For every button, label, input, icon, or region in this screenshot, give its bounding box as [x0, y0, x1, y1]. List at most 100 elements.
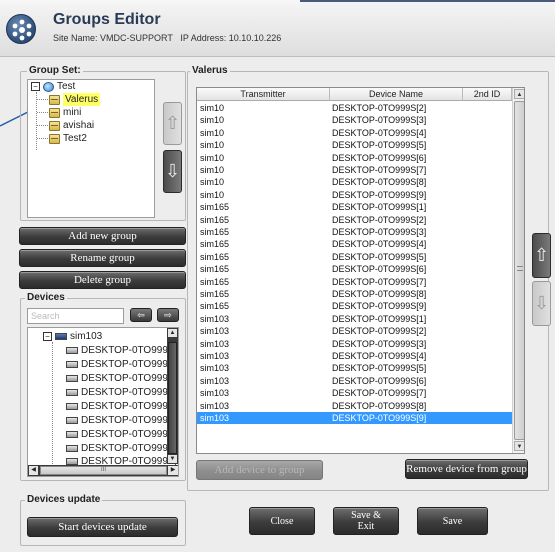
app-logo-icon: [6, 14, 36, 44]
table-row[interactable]: sim165 DESKTOP-0TO999S[3]: [197, 226, 512, 238]
table-row[interactable]: sim165 DESKTOP-0TO999S[4]: [197, 238, 512, 250]
table-row[interactable]: sim103 DESKTOP-0TO999S[4]: [197, 350, 512, 362]
table-row[interactable]: sim10 DESKTOP-0TO999S[3]: [197, 114, 512, 126]
move-device-up-button[interactable]: ⇧: [532, 233, 551, 278]
window-title: Groups Editor: [53, 11, 161, 28]
add-new-group-button[interactable]: Add new group: [19, 227, 186, 245]
table-row[interactable]: sim165 DESKTOP-0TO999S[7]: [197, 276, 512, 288]
device-item[interactable]: DESKTOP-0TO999S[5]: [66, 400, 178, 413]
scroll-up-icon[interactable]: ▲: [168, 329, 177, 337]
tree-node-label: mini: [63, 107, 82, 118]
scroll-up-icon[interactable]: ▲: [514, 89, 524, 99]
collapse-icon[interactable]: −: [43, 332, 52, 341]
table-row[interactable]: sim10 DESKTOP-0TO999S[7]: [197, 164, 512, 176]
table-row[interactable]: sim10 DESKTOP-0TO999S[6]: [197, 152, 512, 164]
table-row[interactable]: sim103 DESKTOP-0TO999S[9]: [197, 412, 512, 425]
devices-update-legend: Devices update: [25, 494, 103, 505]
table-vertical-scrollbar[interactable]: ▲ ▼: [512, 88, 524, 453]
add-device-to-group-button[interactable]: Add device to group: [196, 460, 323, 480]
delete-group-button[interactable]: Delete group: [19, 271, 186, 289]
device-name-cell: DESKTOP-0TO999S[9]: [332, 301, 427, 312]
table-row[interactable]: sim10 DESKTOP-0TO999S[8]: [197, 176, 512, 188]
table-row[interactable]: sim103 DESKTOP-0TO999S[8]: [197, 400, 512, 412]
device-icon: [66, 361, 78, 368]
group-icon: [49, 120, 60, 131]
table-row[interactable]: sim10 DESKTOP-0TO999S[4]: [197, 127, 512, 139]
devices-tree[interactable]: − sim103 DESKTOP-0TO999S[1] DESKTOP-0TO9…: [27, 327, 179, 477]
transmitter-cell: sim10: [200, 189, 225, 200]
transmitter-cell: sim10: [200, 177, 225, 188]
scroll-right-icon[interactable]: ▶: [168, 466, 178, 475]
tree-node-group-test2[interactable]: Test2: [49, 132, 87, 145]
table-row[interactable]: sim165 DESKTOP-0TO999S[1]: [197, 201, 512, 213]
scroll-down-icon[interactable]: ▼: [168, 455, 177, 463]
transmitter-cell: sim10: [200, 165, 225, 175]
tree-node-group-mini[interactable]: mini: [49, 106, 81, 119]
devices-vertical-scrollbar[interactable]: ▲ ▼: [167, 328, 178, 464]
table-row[interactable]: sim165 DESKTOP-0TO999S[2]: [197, 214, 512, 226]
table-row[interactable]: sim165 DESKTOP-0TO999S[8]: [197, 288, 512, 300]
scroll-thumb[interactable]: [514, 101, 524, 440]
table-row[interactable]: sim165 DESKTOP-0TO999S[6]: [197, 263, 512, 275]
rename-group-button[interactable]: Rename group: [19, 249, 186, 267]
remove-device-from-group-button[interactable]: Remove device from group: [405, 459, 528, 479]
move-group-up-button[interactable]: ⇧: [163, 102, 182, 145]
device-item[interactable]: DESKTOP-0TO999S[4]: [66, 386, 178, 399]
transmitter-cell: sim165: [200, 289, 230, 299]
table-row[interactable]: sim165 DESKTOP-0TO999S[5]: [197, 251, 512, 263]
search-next-button[interactable]: ⇨: [157, 308, 179, 322]
device-item[interactable]: DESKTOP-0TO999S[6]: [66, 414, 178, 427]
move-group-down-button[interactable]: ⇩: [163, 150, 182, 193]
devices-horizontal-scrollbar[interactable]: ◀ III ▶: [28, 465, 178, 476]
save-button[interactable]: Save: [417, 507, 488, 535]
column-header-device-name[interactable]: Device Name: [330, 88, 463, 101]
header: Groups Editor Site Name: VMDC-SUPPORT IP…: [0, 3, 555, 57]
device-icon: [66, 403, 78, 410]
group-set-tree[interactable]: − Test Valerus mini avishai Test2: [27, 79, 155, 218]
save-exit-label-line1: Save &: [351, 510, 381, 521]
device-item[interactable]: DESKTOP-0TO999S[2]: [66, 358, 178, 371]
transmitter-cell: sim103: [200, 363, 230, 374]
scroll-thumb[interactable]: III: [40, 466, 167, 475]
scroll-down-icon[interactable]: ▼: [514, 441, 524, 451]
group-devices-table[interactable]: Transmitter Device Name 2nd ID sim10 DESK…: [196, 87, 525, 454]
tree-node-group-valerus[interactable]: Valerus: [49, 93, 101, 106]
table-row[interactable]: sim165 DESKTOP-0TO999S[9]: [197, 300, 512, 312]
start-devices-update-button[interactable]: Start devices update: [27, 517, 178, 537]
device-item[interactable]: DESKTOP-0TO999S[8]: [66, 442, 178, 455]
table-row[interactable]: sim103 DESKTOP-0TO999S[3]: [197, 338, 512, 350]
table-row[interactable]: sim103 DESKTOP-0TO999S[6]: [197, 375, 512, 387]
up-arrow-icon: ⇧: [164, 113, 181, 133]
table-row[interactable]: sim103 DESKTOP-0TO999S[5]: [197, 362, 512, 374]
table-row[interactable]: sim103 DESKTOP-0TO999S[2]: [197, 325, 512, 337]
device-item[interactable]: DESKTOP-0TO999S[3]: [66, 372, 178, 385]
move-device-down-button[interactable]: ⇩: [532, 281, 551, 326]
collapse-icon[interactable]: −: [31, 82, 40, 91]
tree-node-label: Test2: [63, 133, 87, 144]
scroll-thumb[interactable]: [168, 342, 177, 454]
scroll-left-icon[interactable]: ◀: [29, 466, 38, 475]
table-row[interactable]: sim103 DESKTOP-0TO999S[1]: [197, 313, 512, 325]
table-row[interactable]: sim103 DESKTOP-0TO999S[7]: [197, 387, 512, 399]
table-row[interactable]: sim10 DESKTOP-0TO999S[9]: [197, 189, 512, 201]
device-item[interactable]: DESKTOP-0TO999S[1]: [66, 344, 178, 357]
site-name-label: Site Name: VMDC-SUPPORT: [53, 33, 173, 43]
tree-node-root[interactable]: − Test: [31, 80, 75, 93]
column-header-transmitter[interactable]: Transmitter: [197, 88, 330, 101]
device-item[interactable]: DESKTOP-0TO999S[7]: [66, 428, 178, 441]
tree-node-group-avishai[interactable]: avishai: [49, 119, 94, 132]
tree-node-transmitter[interactable]: − sim103: [43, 330, 102, 343]
search-prev-button[interactable]: ⇦: [130, 308, 152, 322]
transmitter-cell: sim165: [200, 301, 230, 312]
table-header: Transmitter Device Name 2nd ID: [197, 88, 512, 101]
column-header-2nd-id[interactable]: 2nd ID: [463, 88, 512, 101]
close-button[interactable]: Close: [249, 507, 315, 535]
save-and-exit-button[interactable]: Save & Exit: [333, 507, 399, 535]
device-icon: [66, 457, 78, 465]
device-name-cell: DESKTOP-0TO999S[1]: [332, 313, 427, 324]
device-name-cell: DESKTOP-0TO999S[6]: [332, 375, 427, 386]
table-row[interactable]: sim10 DESKTOP-0TO999S[2]: [197, 102, 512, 114]
table-row[interactable]: sim10 DESKTOP-0TO999S[5]: [197, 139, 512, 151]
device-search-input[interactable]: Search: [27, 308, 124, 324]
down-arrow-icon: ⇩: [164, 161, 181, 181]
